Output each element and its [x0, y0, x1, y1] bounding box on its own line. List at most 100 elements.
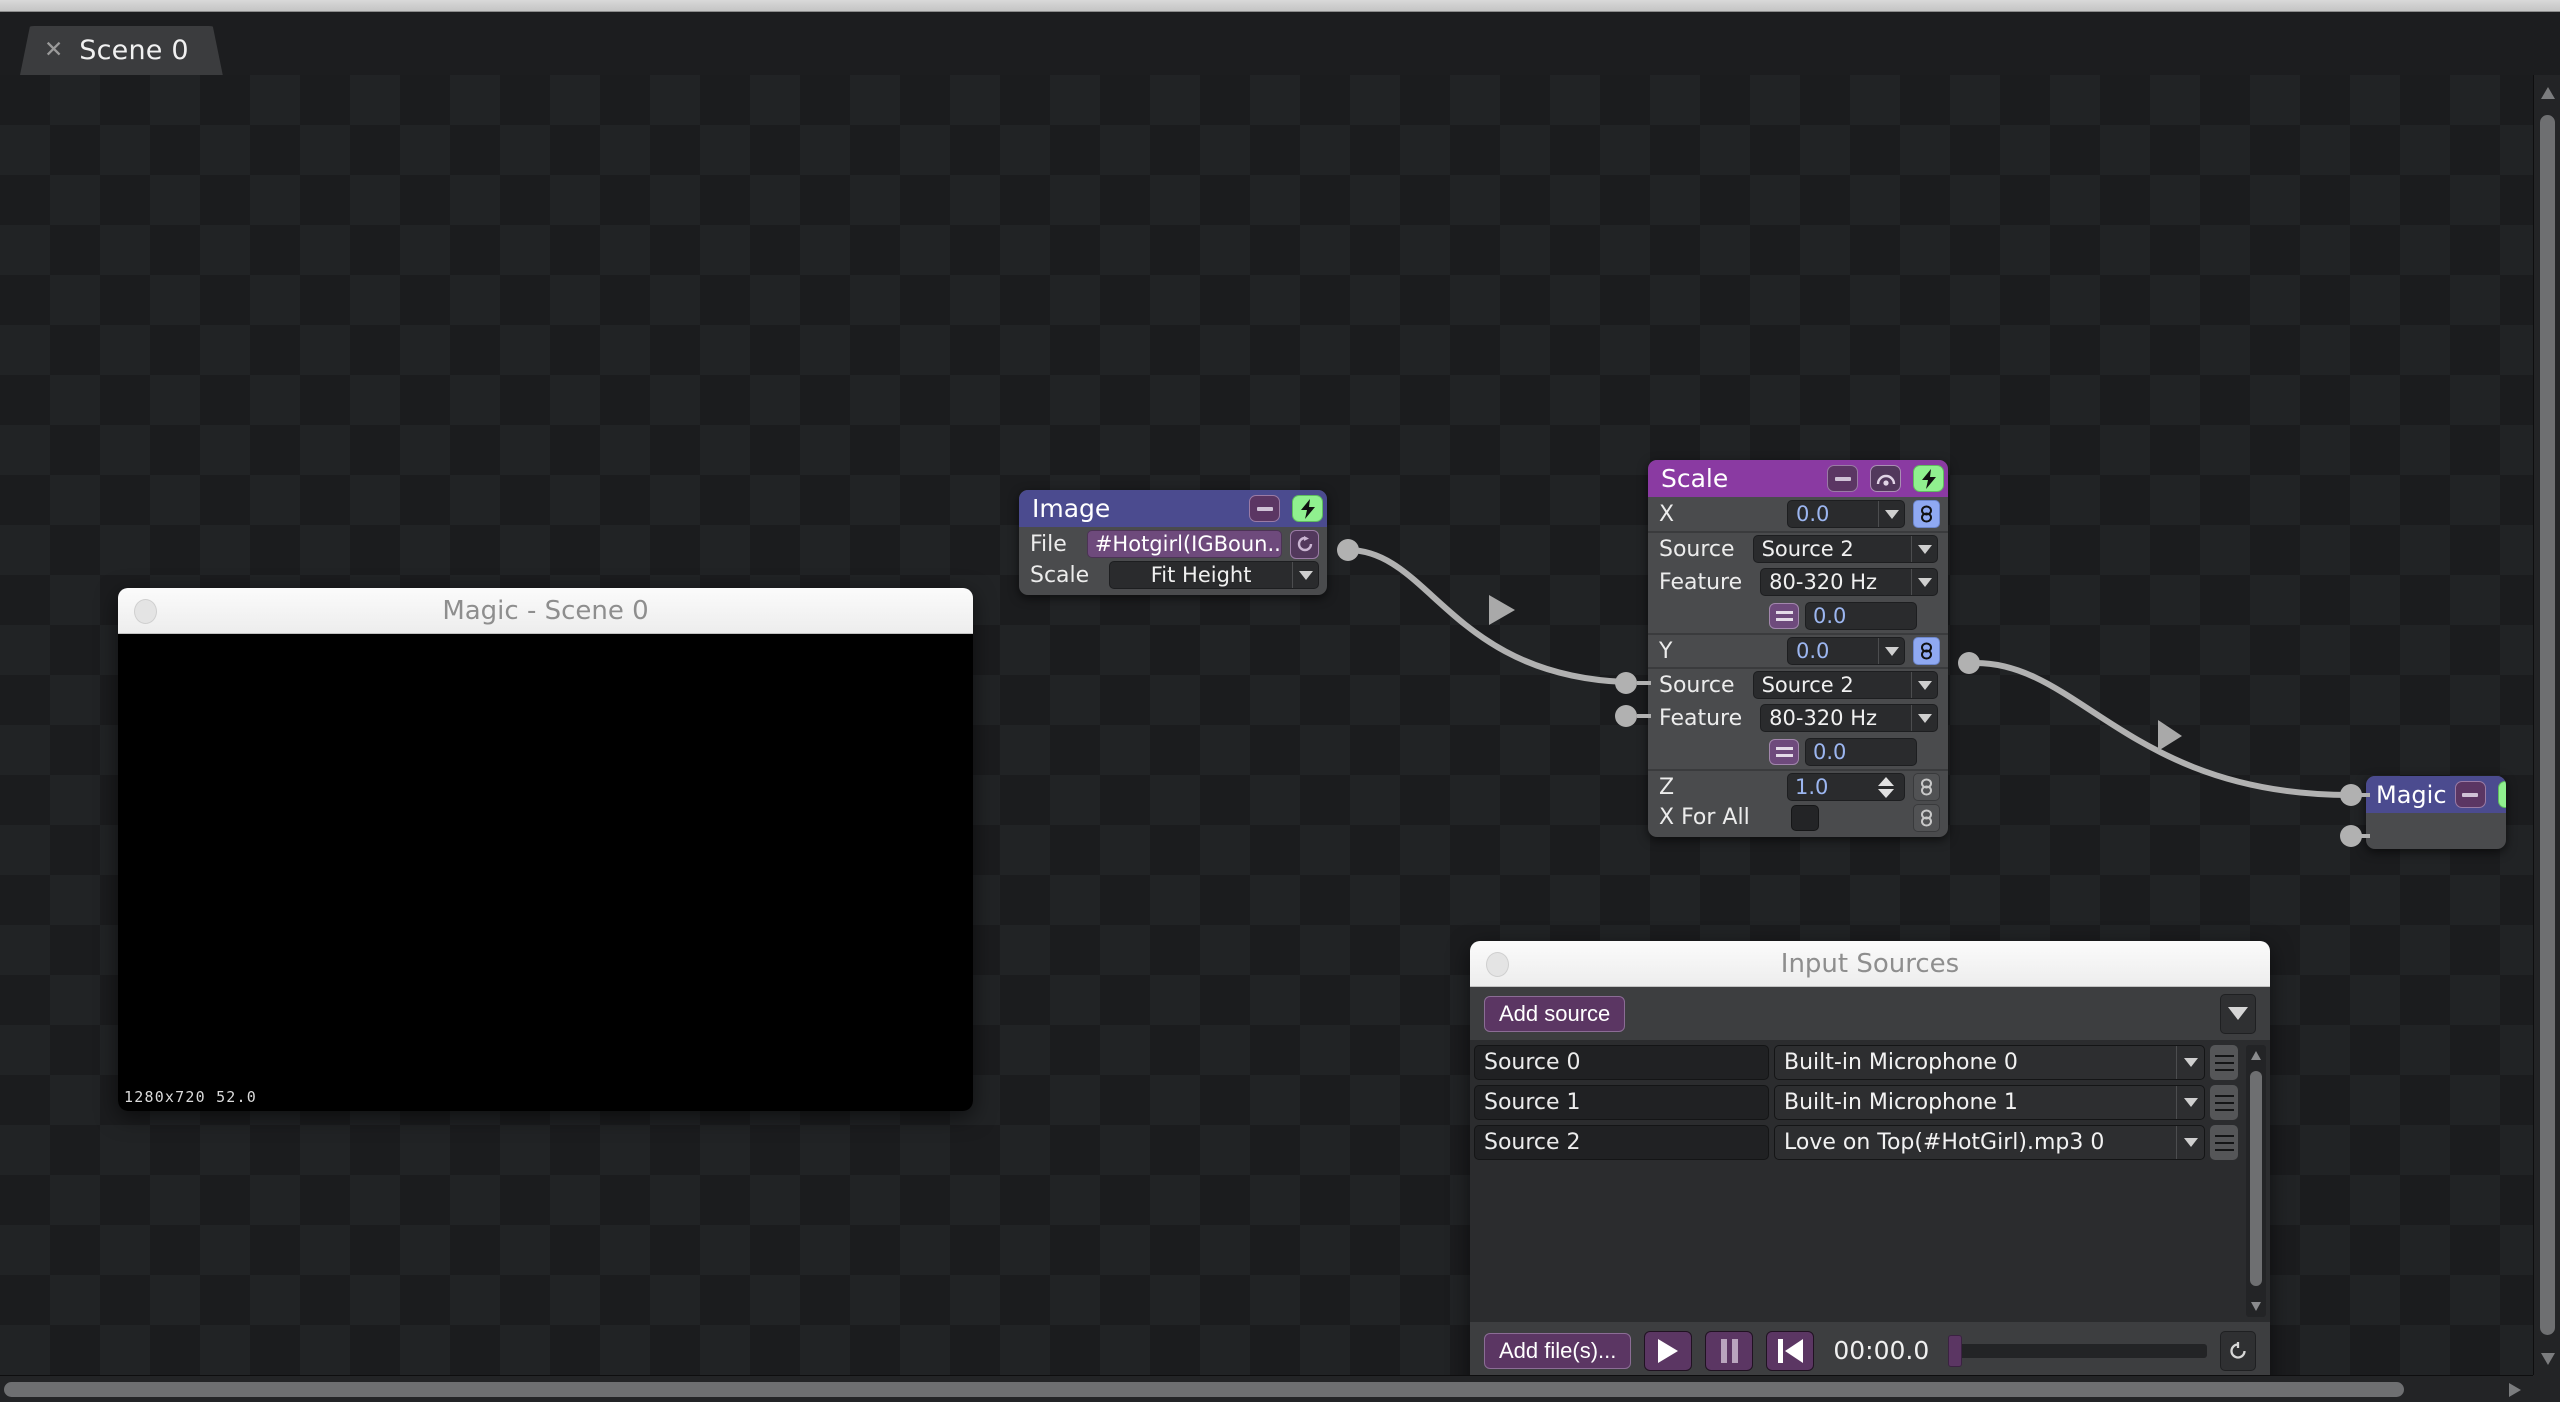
preview-window[interactable]: Magic - Scene 0 1280x720 52.0: [118, 588, 973, 1111]
chevron-down-icon[interactable]: [1911, 672, 1937, 698]
source-name-2[interactable]: Source 2: [1474, 1125, 1769, 1160]
chevron-down-icon[interactable]: [2176, 1126, 2204, 1159]
scale-x-input-port[interactable]: [1615, 672, 1637, 694]
chevron-down-icon[interactable]: [1878, 638, 1904, 664]
skip-back-button[interactable]: [1766, 1330, 1815, 1371]
scroll-up-icon[interactable]: [2251, 1051, 2261, 1060]
chevron-down-icon[interactable]: [2176, 1086, 2204, 1119]
bolt-icon[interactable]: [1292, 495, 1323, 522]
image-output-port[interactable]: [1337, 539, 1359, 561]
scrollbar-thumb-horizontal[interactable]: [4, 1382, 2404, 1397]
node-scale-header[interactable]: Scale: [1648, 460, 1948, 497]
node-image[interactable]: Image File #Hotgirl(IGBoun... Scale Fit …: [1019, 490, 1327, 595]
chevron-down-icon[interactable]: [1911, 569, 1937, 595]
loop-icon[interactable]: [2220, 1330, 2256, 1371]
node-graph-canvas[interactable]: Magic - Scene 0 1280x720 52.0 Image File…: [0, 75, 2533, 1375]
play-button[interactable]: [1644, 1330, 1693, 1371]
list-item[interactable]: Source 1 Built-in Microphone 1: [1474, 1085, 2266, 1120]
scale-x-feature-select[interactable]: 80-320 Hz: [1760, 568, 1938, 596]
scale-output-port[interactable]: [1958, 652, 1980, 674]
image-scale-select[interactable]: Fit Height: [1109, 561, 1319, 589]
scale-y-feature-select[interactable]: 80-320 Hz: [1760, 704, 1938, 732]
tab-label: Scene 0: [79, 35, 189, 66]
scale-x-offset-value[interactable]: 0.0: [1805, 602, 1917, 630]
minimize-icon[interactable]: [1249, 495, 1280, 522]
gauge-icon[interactable]: [1870, 465, 1901, 492]
node-magic[interactable]: Magic: [2366, 776, 2506, 849]
bolt-icon[interactable]: [2497, 781, 2506, 808]
scale-z-value: 1.0: [1795, 775, 1829, 799]
port-stub: [1637, 681, 1651, 685]
scale-x-source-row: Source Source 2: [1648, 531, 1948, 565]
chevron-down-icon[interactable]: [1878, 501, 1904, 527]
drag-handle-icon[interactable]: [2210, 1045, 2238, 1080]
image-scale-row: Scale Fit Height: [1019, 561, 1327, 595]
scale-y-input-port[interactable]: [1615, 705, 1637, 727]
chevron-down-icon[interactable]: [1292, 562, 1318, 588]
window-close-dot[interactable]: [134, 599, 157, 624]
scroll-down-icon[interactable]: [2251, 1302, 2261, 1311]
scale-y-value-field[interactable]: 0.0: [1787, 637, 1905, 665]
minimize-icon[interactable]: [1827, 465, 1858, 492]
chevron-down-icon[interactable]: [1911, 536, 1937, 562]
scale-x-value-field[interactable]: 0.0: [1787, 500, 1905, 528]
source-name-0[interactable]: Source 0: [1474, 1045, 1769, 1080]
canvas-vertical-scrollbar[interactable]: [2533, 75, 2560, 1375]
input-sources-toolbar: Add source: [1470, 987, 2270, 1040]
link-icon[interactable]: [1913, 637, 1940, 665]
playback-slider[interactable]: [1948, 1334, 2207, 1367]
source-device-select-2[interactable]: Love on Top(#HotGirl).mp3 0: [1774, 1125, 2205, 1160]
drag-handle-icon[interactable]: [2210, 1125, 2238, 1160]
list-item[interactable]: Source 2 Love on Top(#HotGirl).mp3 0: [1474, 1125, 2266, 1160]
scale-x-source-select[interactable]: Source 2: [1752, 535, 1938, 563]
chevron-down-icon[interactable]: [2176, 1046, 2204, 1079]
source-name-1[interactable]: Source 1: [1474, 1085, 1769, 1120]
input-sources-scrollbar[interactable]: [2246, 1045, 2266, 1317]
input-sources-window[interactable]: Input Sources Add source Source 0 Built-…: [1470, 941, 2270, 1375]
node-image-header[interactable]: Image: [1019, 490, 1327, 527]
preview-window-titlebar[interactable]: Magic - Scene 0: [118, 588, 973, 634]
input-sources-titlebar[interactable]: Input Sources: [1470, 941, 2270, 987]
tab-scene-0[interactable]: ✕ Scene 0: [20, 26, 223, 75]
node-magic-header[interactable]: Magic: [2366, 776, 2506, 813]
scale-z-value-field[interactable]: 1.0: [1787, 773, 1905, 801]
scroll-down-icon[interactable]: [2541, 1353, 2555, 1365]
scale-y-offset-value[interactable]: 0.0: [1805, 738, 1917, 766]
source-device-select-1[interactable]: Built-in Microphone 1: [1774, 1085, 2205, 1120]
canvas-horizontal-scrollbar[interactable]: [0, 1375, 2533, 1402]
scale-x-label: X: [1659, 501, 1675, 527]
window-close-dot[interactable]: [1486, 952, 1509, 977]
stepper-icon[interactable]: [1875, 776, 1897, 798]
magic-input-port-2[interactable]: [2340, 825, 2362, 847]
list-item[interactable]: Source 0 Built-in Microphone 0: [1474, 1045, 2266, 1080]
scale-y-source-select[interactable]: Source 2: [1752, 671, 1938, 699]
refresh-icon[interactable]: [1290, 529, 1319, 559]
drag-handle-icon[interactable]: [2210, 1085, 2238, 1120]
equals-icon[interactable]: [1769, 739, 1799, 765]
add-files-button[interactable]: Add file(s)...: [1484, 1332, 1632, 1369]
scrollbar-thumb-vertical[interactable]: [2540, 115, 2555, 1335]
add-source-button[interactable]: Add source: [1484, 995, 1626, 1032]
source-device-select-0[interactable]: Built-in Microphone 0: [1774, 1045, 2205, 1080]
node-scale[interactable]: Scale X 0.0 Source Source 2 Feature 80-3…: [1648, 460, 1948, 837]
slider-knob[interactable]: [1948, 1334, 1963, 1367]
link-icon[interactable]: [1913, 803, 1940, 832]
image-file-field[interactable]: #Hotgirl(IGBoun...: [1086, 530, 1282, 558]
link-icon[interactable]: [1913, 500, 1940, 528]
scroll-right-icon[interactable]: [2509, 1383, 2521, 1397]
magic-input-port-1[interactable]: [2340, 784, 2362, 806]
scrollbar-thumb[interactable]: [2250, 1071, 2262, 1286]
preview-output-canvas: 1280x720 52.0: [118, 634, 973, 1111]
pause-button[interactable]: [1705, 1330, 1754, 1371]
close-icon[interactable]: ✕: [44, 39, 63, 62]
minimize-icon[interactable]: [2454, 781, 2486, 808]
scroll-up-icon[interactable]: [2541, 87, 2555, 99]
bolt-icon[interactable]: [1913, 465, 1944, 492]
chevron-down-icon[interactable]: [2220, 993, 2256, 1034]
chevron-down-icon[interactable]: [1911, 705, 1937, 731]
equals-icon[interactable]: [1769, 603, 1799, 629]
scale-y-row: Y 0.0: [1648, 633, 1948, 667]
link-icon[interactable]: [1913, 773, 1940, 801]
scale-xforall-checkbox[interactable]: [1791, 804, 1819, 831]
scale-y-feature-label: Feature: [1659, 705, 1743, 731]
